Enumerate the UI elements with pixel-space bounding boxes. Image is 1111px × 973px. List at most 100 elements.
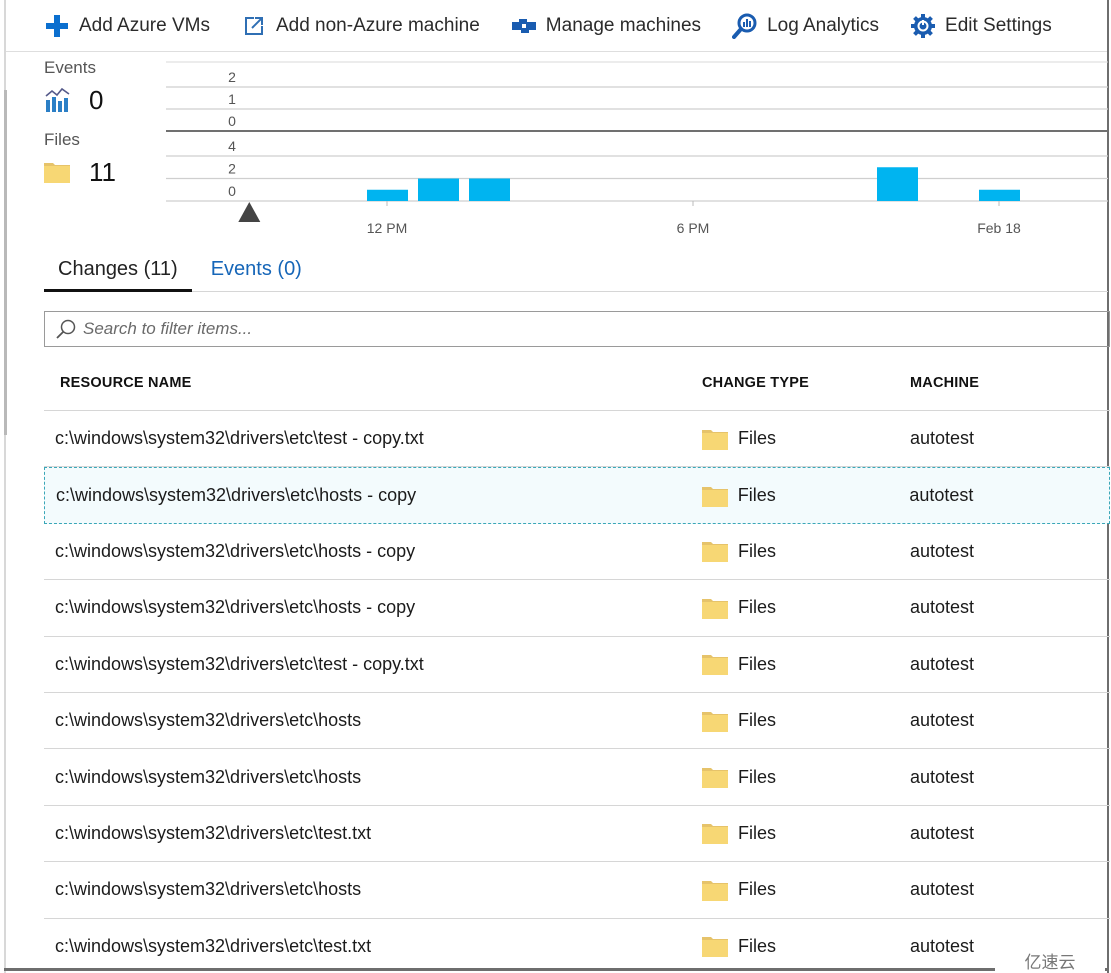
machine-cell: autotest <box>910 879 975 900</box>
table-body: c:\windows\system32\drivers\etc\test - c… <box>44 411 1110 973</box>
table-row[interactable]: c:\windows\system32\drivers\etc\test.txt… <box>44 919 1110 973</box>
manage-machines-button[interactable]: Manage machines <box>510 8 701 44</box>
folder-icon <box>702 768 728 789</box>
events-count: 0 <box>89 84 104 115</box>
table-row[interactable]: c:\windows\system32\drivers\etc\test - c… <box>44 637 1110 693</box>
folder-icon <box>702 937 728 958</box>
tab-changes[interactable]: Changes (11) <box>44 252 192 292</box>
folder-icon <box>702 429 728 450</box>
change-type-cell: Files <box>702 822 910 845</box>
add-non-azure-machine-button[interactable]: Add non-Azure machine <box>240 8 480 44</box>
table-row[interactable]: c:\windows\system32\drivers\etc\hosts Fi… <box>44 862 1110 919</box>
change-type-cell: Files <box>702 653 910 676</box>
files-bar <box>367 189 408 201</box>
add-azure-vms-label: Add Azure VMs <box>79 14 210 36</box>
table-header: RESOURCE NAME CHANGE TYPE MACHINE <box>44 355 1110 411</box>
folder-icon <box>702 824 728 845</box>
search-input[interactable] <box>83 319 983 339</box>
change-type-cell: Files <box>702 879 910 901</box>
machine-cell: autotest <box>910 597 975 618</box>
files-y-tick-label: 2 <box>228 161 236 177</box>
log-analytics-icon <box>731 12 759 40</box>
external-link-icon <box>240 12 268 40</box>
table-row[interactable]: c:\windows\system32\drivers\etc\test.txt… <box>44 806 1110 863</box>
table-row[interactable]: c:\windows\system32\drivers\etc\hosts Fi… <box>44 749 1110 806</box>
files-bar <box>877 167 918 201</box>
folder-icon <box>702 655 728 676</box>
x-tick-label: 6 PM <box>677 220 710 236</box>
change-type-label: Files <box>738 766 777 787</box>
blade-scrollbar[interactable] <box>4 90 7 435</box>
table-row[interactable]: c:\windows\system32\drivers\etc\hosts - … <box>44 467 1110 524</box>
files-count: 11 <box>89 156 116 187</box>
log-analytics-label: Log Analytics <box>767 14 880 36</box>
table-row[interactable]: c:\windows\system32\drivers\etc\test - c… <box>44 411 1110 468</box>
events-chart-icon <box>44 87 72 113</box>
header-change-type[interactable]: CHANGE TYPE <box>702 375 910 391</box>
files-y-tick-label: 4 <box>228 138 236 154</box>
plus-icon <box>43 12 71 40</box>
machine-cell: autotest <box>910 428 975 449</box>
folder-icon <box>702 598 728 619</box>
change-type-label: Files <box>738 879 777 900</box>
x-tick-label: 12 PM <box>367 220 407 236</box>
machines-icon <box>510 12 538 40</box>
change-type-label: Files <box>738 822 777 843</box>
header-machine[interactable]: MACHINE <box>910 375 1110 391</box>
events-summary: 0 <box>44 80 164 120</box>
x-tick-label: Feb 18 <box>977 220 1021 236</box>
folder-icon <box>702 542 728 563</box>
change-type-label: Files <box>737 485 776 506</box>
folder-icon <box>44 159 72 185</box>
summary-panel: Events 0 Files 11 <box>44 58 164 202</box>
change-type-label: Files <box>738 935 777 956</box>
change-type-label: Files <box>738 428 777 449</box>
resource-name-cell: c:\windows\system32\drivers\etc\test - c… <box>55 653 424 674</box>
change-type-cell: Files <box>702 766 910 789</box>
change-type-cell: Files <box>702 428 910 450</box>
watermark: 亿速云 <box>995 947 1105 973</box>
change-type-label: Files <box>738 710 777 731</box>
table-row[interactable]: c:\windows\system32\drivers\etc\hosts - … <box>44 580 1110 637</box>
resource-name-cell: c:\windows\system32\drivers\etc\hosts <box>55 710 362 731</box>
log-analytics-button[interactable]: Log Analytics <box>731 8 879 44</box>
header-resource-name[interactable]: RESOURCE NAME <box>44 375 702 391</box>
files-summary-label: Files <box>44 130 80 149</box>
events-y-tick-label: 0 <box>228 113 236 129</box>
folder-icon <box>701 486 728 507</box>
edit-settings-button[interactable]: Edit Settings <box>909 8 1052 44</box>
resource-name-cell: c:\windows\system32\drivers\etc\hosts - … <box>55 597 416 618</box>
change-type-cell: Files <box>702 540 910 563</box>
events-summary-label: Events <box>44 58 96 77</box>
add-non-azure-machine-label: Add non-Azure machine <box>275 14 480 36</box>
add-azure-vms-button[interactable]: Add Azure VMs <box>43 8 210 44</box>
time-marker-handle[interactable] <box>238 202 261 222</box>
search-box[interactable] <box>44 311 1110 347</box>
machine-cell: autotest <box>910 766 975 787</box>
machine-cell: autotest <box>910 540 975 561</box>
change-type-cell: Files <box>701 485 910 507</box>
change-type-label: Files <box>738 540 777 561</box>
resource-name-cell: c:\windows\system32\drivers\etc\test.txt <box>55 822 372 843</box>
change-type-label: Files <box>738 597 777 618</box>
resource-name-cell: c:\windows\system32\drivers\etc\test.txt <box>55 935 372 956</box>
tab-events[interactable]: Events (0) <box>197 252 316 292</box>
search-icon <box>55 318 77 340</box>
files-bar <box>469 178 510 201</box>
resource-name-cell: c:\windows\system32\drivers\etc\hosts - … <box>56 485 417 506</box>
machine-cell: autotest <box>910 822 975 843</box>
folder-icon <box>702 880 728 901</box>
resource-name-cell: c:\windows\system32\drivers\etc\hosts <box>55 766 362 787</box>
tab-bar: Changes (11) Events (0) <box>44 252 1108 292</box>
files-summary: 11 <box>44 152 164 192</box>
files-y-tick-label: 0 <box>228 183 236 199</box>
command-toolbar: Add Azure VMs Add non-Azure machine Mana… <box>6 0 1107 52</box>
table-row[interactable]: c:\windows\system32\drivers\etc\hosts Fi… <box>44 693 1110 750</box>
gear-icon <box>909 12 937 40</box>
manage-machines-label: Manage machines <box>545 14 702 36</box>
table-row[interactable]: c:\windows\system32\drivers\etc\hosts - … <box>44 524 1110 581</box>
edit-settings-label: Edit Settings <box>945 14 1052 36</box>
machine-cell: autotest <box>909 485 974 506</box>
change-type-label: Files <box>738 653 777 674</box>
files-bar <box>418 178 459 201</box>
